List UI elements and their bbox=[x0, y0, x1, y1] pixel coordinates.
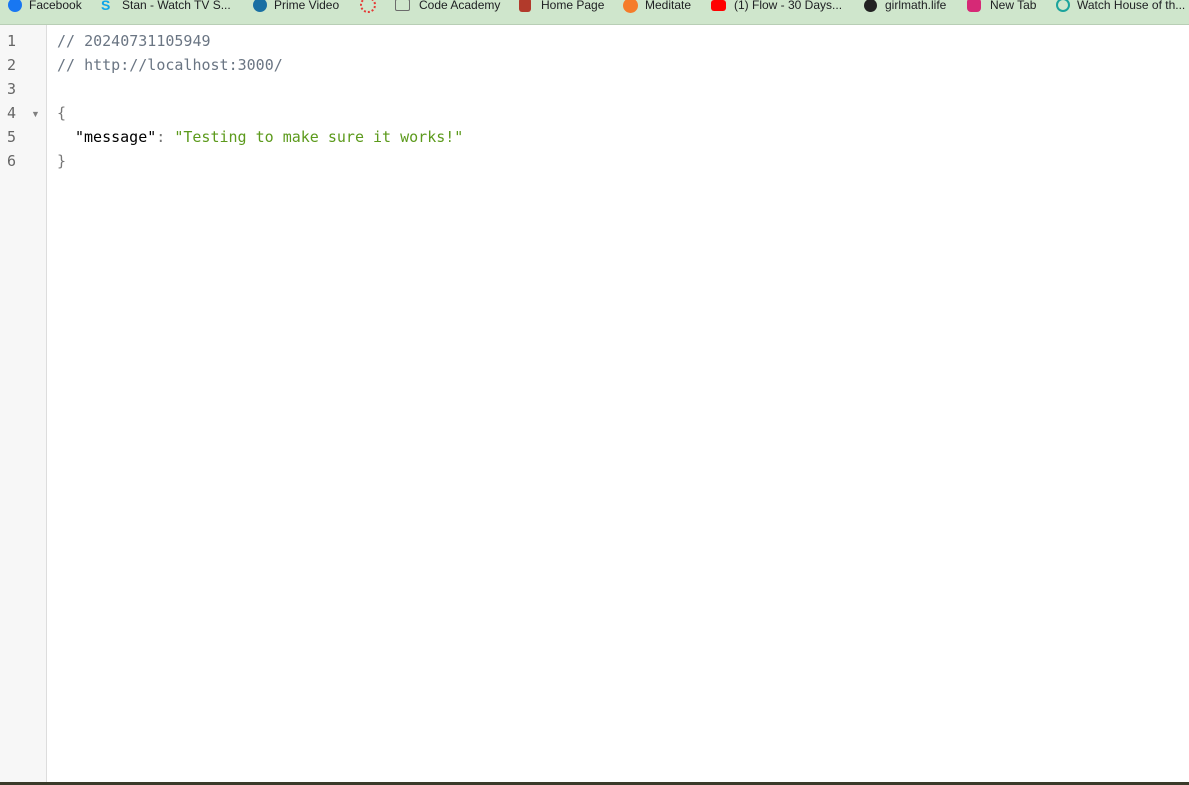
line-number: 3 bbox=[7, 80, 17, 98]
line-number: 4 bbox=[7, 104, 17, 122]
bookmark-folder-code-academy[interactable]: Code Academy bbox=[395, 0, 500, 15]
json-key: "message" bbox=[75, 128, 157, 146]
facebook-icon bbox=[8, 0, 22, 12]
comment-url: // http://localhost:3000/ bbox=[57, 56, 283, 74]
json-string-value: "Testing to make sure it works!" bbox=[174, 128, 464, 146]
bookmarks-bar: Facebook S Stan - Watch TV S... Prime Vi… bbox=[0, 0, 1189, 25]
stan-icon: S bbox=[101, 0, 111, 13]
line-number: 2 bbox=[7, 56, 17, 74]
loading-spinner-icon bbox=[360, 0, 376, 13]
youtube-icon bbox=[711, 0, 726, 11]
bookmark-stan[interactable]: S Stan - Watch TV S... bbox=[101, 0, 231, 15]
fold-toggle-icon[interactable]: ▼ bbox=[31, 109, 40, 119]
bookmark-label: Prime Video bbox=[274, 0, 340, 12]
bookmark-house-of-the-dragon[interactable]: Watch House of th... bbox=[1056, 0, 1185, 15]
meditate-icon bbox=[623, 0, 638, 13]
bookmark-facebook[interactable]: Facebook bbox=[8, 0, 82, 15]
line-number: 5 bbox=[7, 128, 17, 146]
open-brace: { bbox=[57, 104, 67, 122]
line-number-gutter: 1 2 3 4 5 6 ▼ bbox=[0, 25, 47, 782]
bookmark-label: (1) Flow - 30 Days... bbox=[734, 0, 843, 12]
bookmark-label: girlmath.life bbox=[885, 0, 947, 12]
bookmark-meditate[interactable]: Meditate bbox=[623, 0, 691, 15]
home-page-avatar-icon bbox=[519, 0, 531, 12]
bookmark-label: Stan - Watch TV S... bbox=[122, 0, 231, 12]
globe-icon bbox=[864, 0, 877, 12]
prime-video-icon bbox=[253, 0, 267, 12]
bookmark-prime-video[interactable]: Prime Video bbox=[253, 0, 339, 15]
bookmark-new-tab[interactable]: New Tab bbox=[967, 0, 1036, 15]
line-number: 1 bbox=[7, 32, 17, 50]
bookmark-label: Code Academy bbox=[419, 0, 501, 12]
bookmark-untitled[interactable] bbox=[360, 0, 383, 15]
json-viewer: 1 2 3 4 5 6 ▼ // 20240731105949 // http:… bbox=[0, 25, 1189, 782]
json-property: "message": "Testing to make sure it work… bbox=[75, 125, 463, 149]
instagram-icon bbox=[967, 0, 981, 12]
bookmark-home-page[interactable]: Home Page bbox=[519, 0, 604, 15]
close-brace: } bbox=[57, 152, 67, 170]
line-number: 6 bbox=[7, 152, 17, 170]
bookmark-label: New Tab bbox=[990, 0, 1037, 12]
comment-timestamp: // 20240731105949 bbox=[57, 32, 211, 50]
bookmark-label: Home Page bbox=[541, 0, 605, 12]
bookmark-label: Meditate bbox=[645, 0, 692, 12]
bookmark-youtube-flow[interactable]: (1) Flow - 30 Days... bbox=[711, 0, 842, 15]
bookmark-girlmath[interactable]: girlmath.life bbox=[864, 0, 946, 15]
bookmark-label: Facebook bbox=[29, 0, 82, 12]
bookmark-label: Watch House of th... bbox=[1077, 0, 1186, 12]
folder-icon bbox=[395, 0, 410, 11]
streaming-icon bbox=[1056, 0, 1070, 12]
json-colon: : bbox=[156, 128, 175, 146]
